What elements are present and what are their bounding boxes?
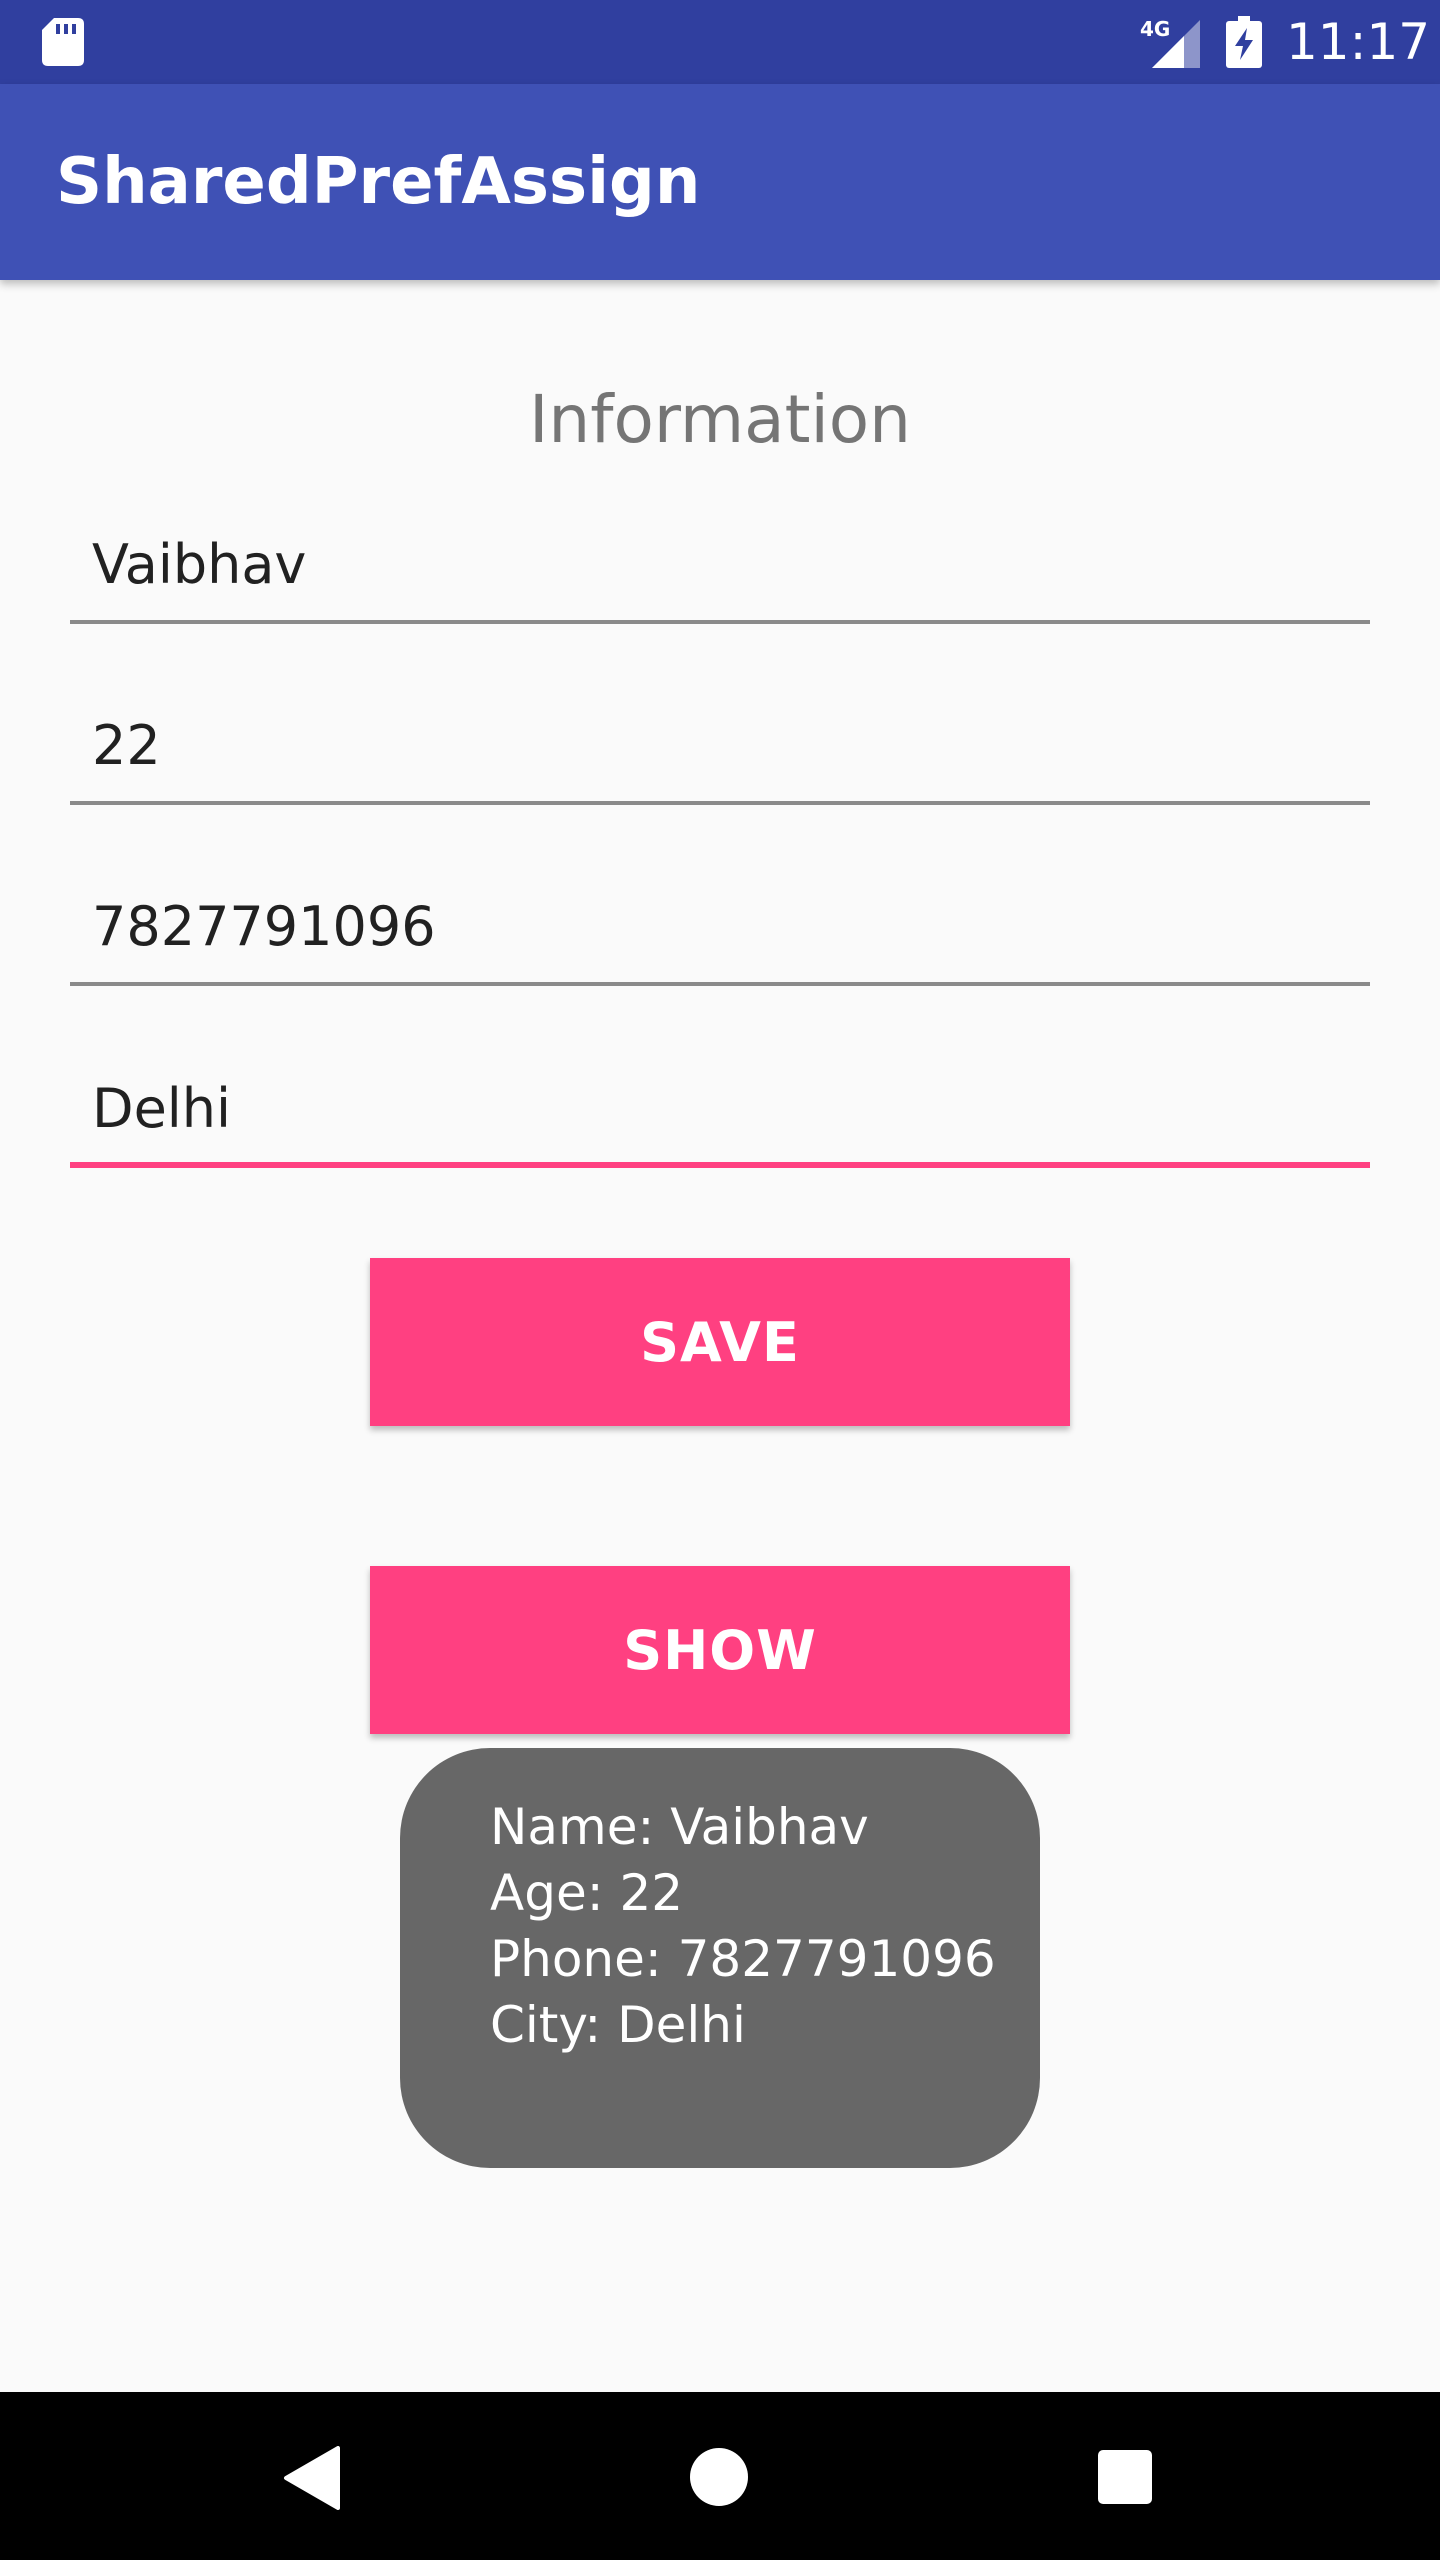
- signal-icon: 4G: [1140, 17, 1200, 68]
- show-button[interactable]: SHOW: [370, 1566, 1070, 1734]
- age-field[interactable]: [70, 695, 1370, 805]
- toast-city-line: City: Delhi: [490, 1996, 746, 2054]
- toast-message: Name: Vaibhav Age: 22 Phone: 7827791096 …: [400, 1748, 1040, 2168]
- city-field[interactable]: [70, 1058, 1370, 1168]
- app-title: SharedPrefAssign: [56, 145, 701, 219]
- sd-card-icon: [42, 18, 84, 66]
- status-clock: 11:17: [1286, 13, 1431, 71]
- home-icon[interactable]: [690, 2448, 748, 2506]
- status-bar: 4G 11:17: [0, 0, 1440, 84]
- recent-apps-icon[interactable]: [1098, 2450, 1152, 2504]
- city-input[interactable]: [70, 1058, 1370, 1158]
- form-heading: Information: [528, 381, 912, 458]
- age-underline: [70, 801, 1370, 805]
- age-input[interactable]: [70, 695, 1370, 795]
- toast-name-line: Name: Vaibhav: [490, 1798, 869, 1856]
- phone-underline: [70, 982, 1370, 986]
- battery-charging-icon: [1226, 16, 1262, 68]
- phone-field[interactable]: [70, 876, 1370, 986]
- name-field[interactable]: [70, 514, 1370, 624]
- toast-phone-line: Phone: 7827791096: [490, 1930, 996, 1988]
- back-icon[interactable]: [282, 2446, 342, 2510]
- app-bar: SharedPrefAssign: [0, 84, 1440, 280]
- city-underline: [70, 1162, 1370, 1168]
- phone-input[interactable]: [70, 876, 1370, 976]
- network-type-label: 4G: [1140, 17, 1170, 41]
- save-button[interactable]: SAVE: [370, 1258, 1070, 1426]
- navigation-bar: [0, 2392, 1440, 2560]
- name-input[interactable]: [70, 514, 1370, 614]
- toast-age-line: Age: 22: [490, 1864, 684, 1922]
- name-underline: [70, 620, 1370, 624]
